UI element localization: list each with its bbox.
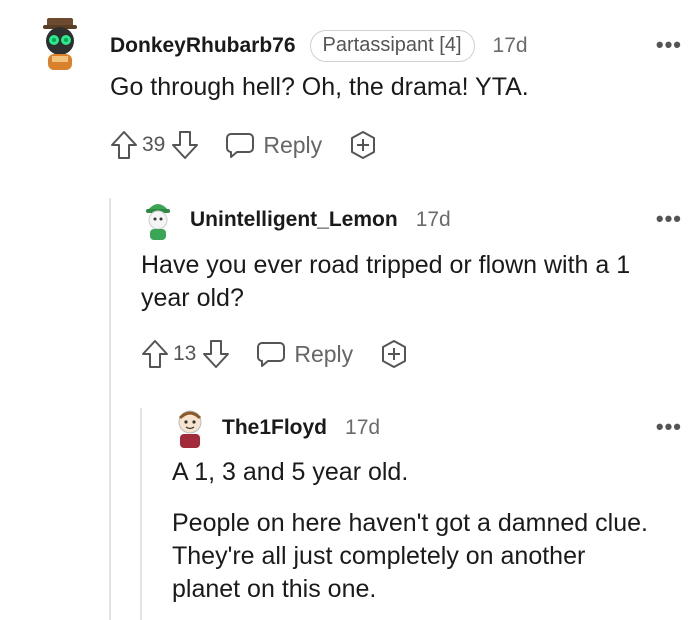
more-options-icon[interactable]: ••• [656,416,682,438]
award-plus-icon [351,131,376,159]
avatar[interactable] [142,200,174,242]
chat-bubble-icon [257,342,286,367]
reply-button[interactable]: Reply [225,131,322,159]
more-options-icon[interactable]: ••• [656,208,682,230]
reply-label: Reply [294,340,354,367]
award-plus-icon [382,340,407,368]
reply-label: Reply [263,131,323,158]
comment-body: A 1, 3 and 5 year old. People on here ha… [172,456,652,606]
award-button[interactable] [379,339,409,369]
comment-paragraph: Have you ever road tripped or flown with… [141,251,631,312]
arrow-down-icon[interactable] [171,130,199,160]
username[interactable]: The1Floyd [222,416,327,440]
timestamp[interactable]: 17d [493,34,528,58]
chat-bubble-icon [226,133,255,158]
comment-actions: 13 Reply [141,339,409,369]
comment-body: Have you ever road tripped or flown with… [141,249,681,315]
comment-paragraph: A 1, 3 and 5 year old. [172,458,409,486]
arrow-up-icon[interactable] [110,130,138,160]
user-flair: Partassipant [4] [309,30,475,62]
username[interactable]: Unintelligent_Lemon [190,208,398,232]
timestamp[interactable]: 17d [416,208,451,232]
reply-button[interactable]: Reply [256,340,353,368]
username[interactable]: DonkeyRhubarb76 [110,34,296,58]
comment-body: Go through hell? Oh, the drama! YTA. [110,71,529,104]
avatar[interactable] [38,16,82,74]
vote-count: 13 [173,342,197,365]
more-options-icon[interactable]: ••• [656,34,682,56]
award-button[interactable] [348,130,378,160]
comment-paragraph: Go through hell? Oh, the drama! YTA. [110,73,529,101]
avatar[interactable] [173,408,207,450]
thread-line-level-2[interactable] [140,408,142,620]
comment-actions: 39 Reply [110,130,378,160]
arrow-up-icon[interactable] [141,339,169,369]
comment-paragraph: People on here haven't got a damned clue… [172,509,648,603]
thread-line-level-1[interactable] [109,198,111,620]
timestamp[interactable]: 17d [345,416,380,440]
vote-count: 39 [142,133,166,156]
arrow-down-icon[interactable] [202,339,230,369]
